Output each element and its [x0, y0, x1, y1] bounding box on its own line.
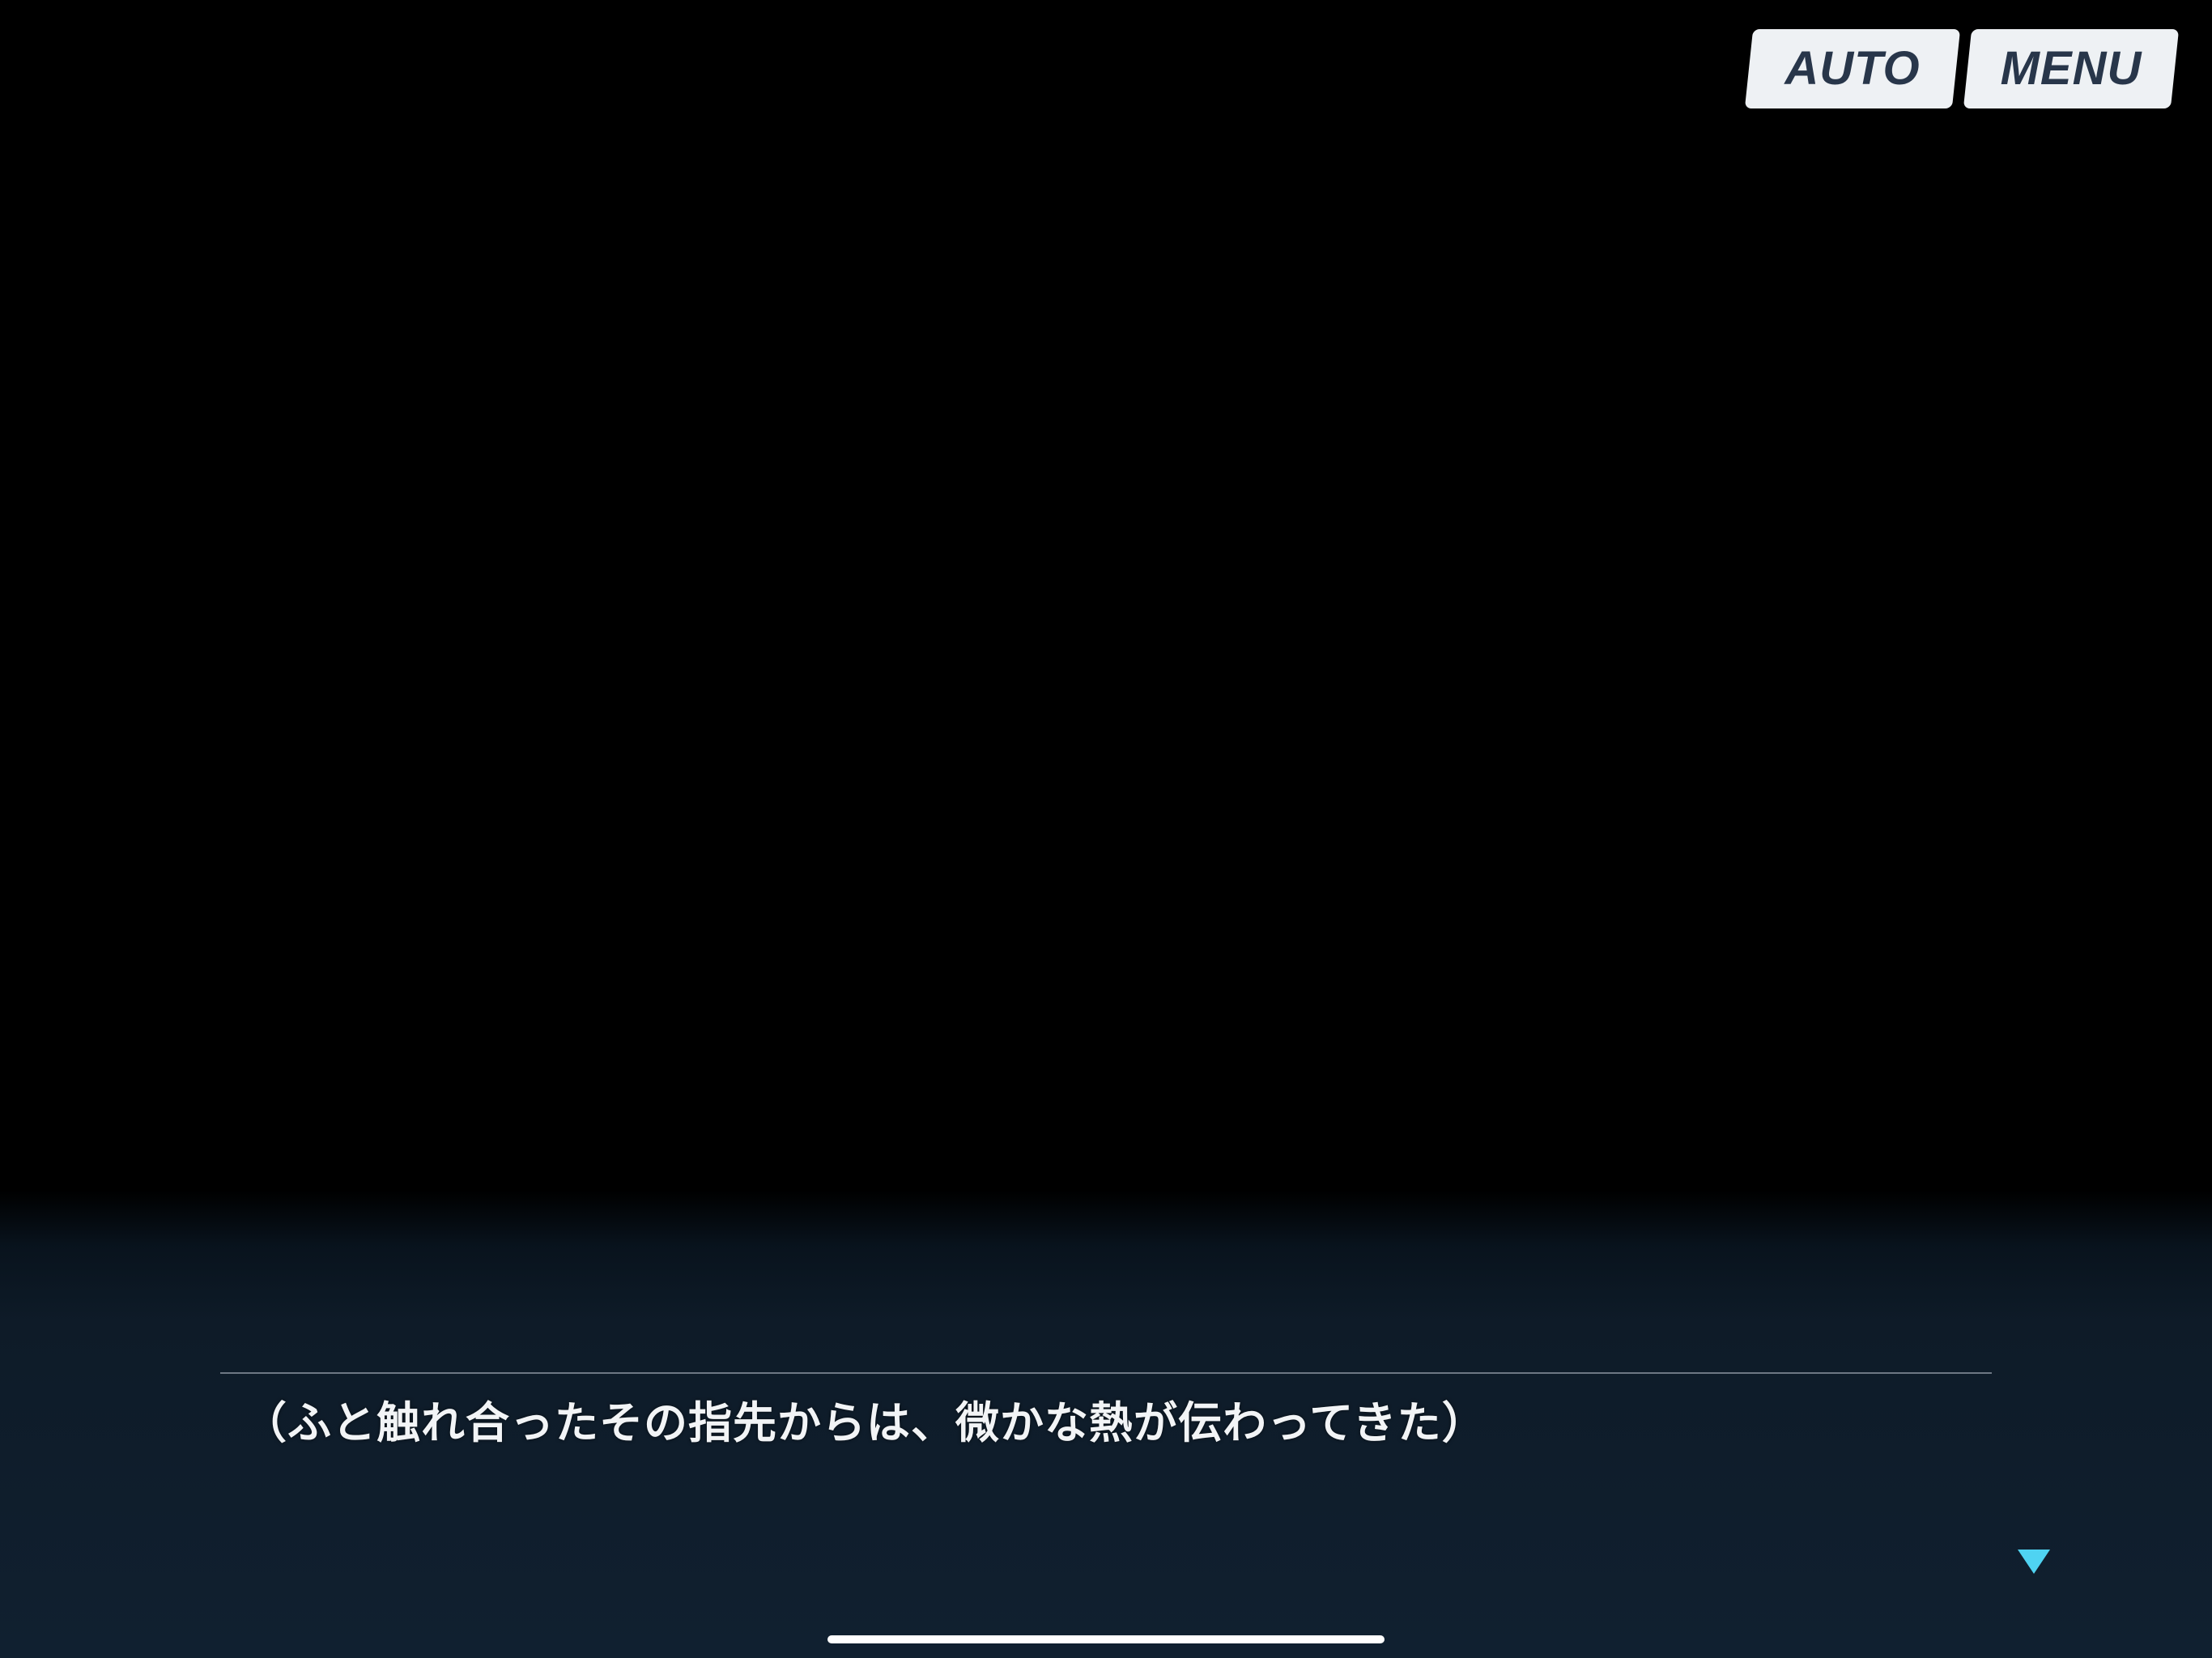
triangle-down-icon — [2018, 1550, 2050, 1574]
home-indicator[interactable] — [827, 1635, 1385, 1643]
auto-button[interactable]: AUTO — [1744, 29, 1961, 108]
menu-button-label: MENU — [2000, 42, 2142, 95]
menu-button[interactable]: MENU — [1963, 29, 2180, 108]
dialogue-divider — [220, 1372, 1992, 1374]
game-screen[interactable]: AUTO MENU （ふと触れ合ったその指先からは、微かな熱が伝わってきた） — [0, 0, 2212, 1658]
auto-button-label: AUTO — [1784, 42, 1921, 95]
dialogue-text: （ふと触れ合ったその指先からは、微かな熱が伝わってきた） — [243, 1397, 1487, 1448]
